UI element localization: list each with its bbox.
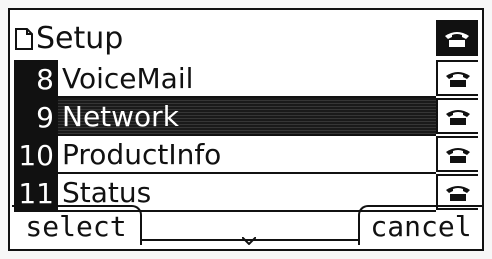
menu-item-number: 8 — [14, 60, 58, 98]
setup-menu: 8 VoiceMail 9 Network 10 ProductInfo 11 … — [14, 60, 436, 216]
phone-icon — [446, 72, 470, 87]
menu-item-network[interactable]: 9 Network — [14, 98, 436, 136]
phone-icon — [446, 110, 470, 125]
menu-item-productinfo[interactable]: 10 ProductInfo — [14, 136, 436, 174]
phone-icon — [446, 186, 470, 201]
menu-item-number: 9 — [14, 98, 58, 136]
document-icon — [14, 27, 34, 51]
line-key-2[interactable] — [436, 60, 478, 96]
menu-item-voicemail[interactable]: 8 VoiceMail — [14, 60, 436, 98]
softkey-bar: select cancel — [10, 205, 482, 249]
line-key-column — [436, 16, 478, 210]
line-key-1[interactable] — [436, 20, 478, 56]
menu-item-label: ProductInfo — [58, 136, 436, 174]
phone-icon — [446, 148, 470, 163]
menu-item-number: 10 — [14, 136, 58, 174]
menu-item-label: Network — [58, 98, 436, 136]
lcd-display: Setup 8 VoiceMail 9 Network 10 ProductIn… — [8, 8, 484, 251]
line-key-4[interactable] — [436, 136, 478, 172]
phone-screen: Setup 8 VoiceMail 9 Network 10 ProductIn… — [0, 0, 492, 259]
select-softkey[interactable]: select — [12, 205, 142, 245]
page-title: Setup — [36, 21, 124, 56]
cancel-softkey[interactable]: cancel — [358, 205, 482, 245]
title-bar: Setup — [14, 16, 434, 62]
menu-item-label: VoiceMail — [58, 60, 436, 98]
phone-icon — [445, 32, 469, 47]
line-key-3[interactable] — [436, 98, 478, 134]
chevron-down-icon — [242, 237, 256, 245]
